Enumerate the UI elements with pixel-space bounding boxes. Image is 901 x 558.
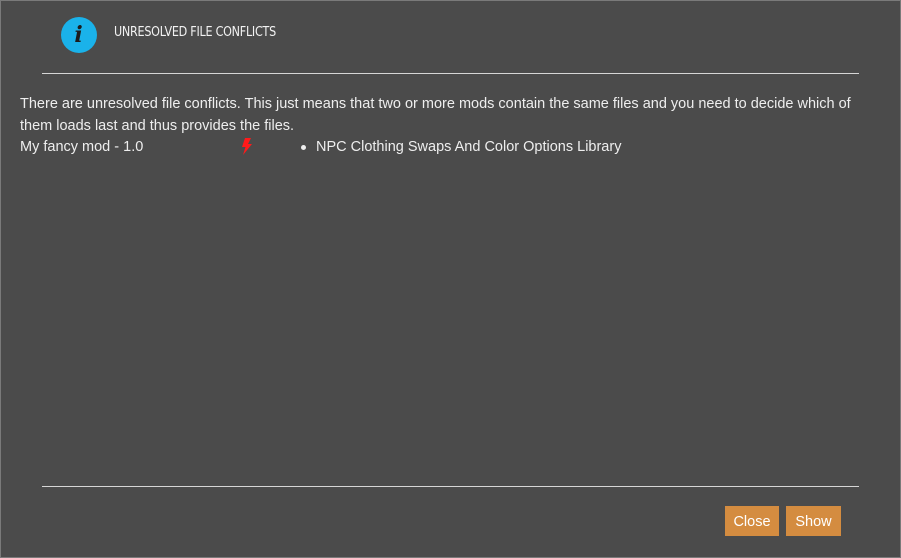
- mod-name: My fancy mod - 1.0: [20, 139, 144, 155]
- header-divider: [42, 73, 859, 74]
- dialog-title: UNRESOLVED FILE CONFLICTS: [114, 25, 276, 40]
- lightning-bolt-icon[interactable]: [241, 138, 252, 155]
- conflict-dialog: i UNRESOLVED FILE CONFLICTS There are un…: [0, 0, 901, 558]
- dialog-header: i UNRESOLVED FILE CONFLICTS: [1, 1, 900, 73]
- conflict-message: There are unresolved file conflicts. Thi…: [20, 96, 851, 134]
- list-item: NPC Clothing Swaps And Color Options Lib…: [300, 136, 621, 158]
- close-button[interactable]: Close: [725, 506, 779, 536]
- info-icon: i: [61, 17, 97, 53]
- footer-divider: [42, 486, 859, 487]
- conflict-row: My fancy mod - 1.0 NPC Clothing Swaps An…: [20, 136, 880, 158]
- conflicting-mods-list: NPC Clothing Swaps And Color Options Lib…: [300, 136, 621, 158]
- show-button[interactable]: Show: [786, 506, 841, 536]
